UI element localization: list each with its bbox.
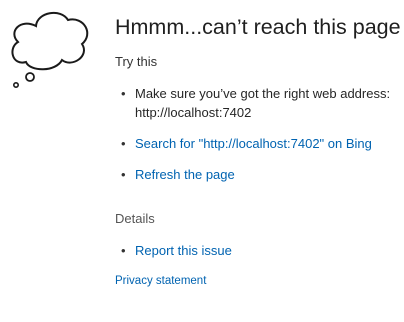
details-heading: Details [115,211,155,226]
suggestion-search-bing[interactable]: • Search for "http://localhost:7402" on … [115,134,404,153]
details-report-issue[interactable]: • Report this issue [115,241,404,260]
suggestions-list: • Make sure you’ve got the right web add… [115,84,404,184]
thought-cloud-icon [11,11,89,89]
suggestion-refresh[interactable]: • Refresh the page [115,165,404,184]
bullet: • [121,167,126,182]
bullet: • [121,136,126,151]
details-list: • Report this issue [115,241,404,260]
privacy-statement-link[interactable]: Privacy statement [115,274,404,288]
suggestion-text: Make sure you’ve got the right web addre… [135,86,391,120]
bullet: • [121,243,126,258]
report-issue-link[interactable]: Report this issue [135,243,232,258]
bullet: • [121,86,126,101]
error-content: Hmmm...can’t reach this page Try this • … [115,12,404,288]
search-bing-link[interactable]: Search for "http://localhost:7402" on Bi… [135,136,372,151]
page-title: Hmmm...can’t reach this page [115,15,401,39]
refresh-page-link[interactable]: Refresh the page [135,167,235,182]
suggestion-check-address: • Make sure you’ve got the right web add… [115,84,404,122]
error-page: Hmmm...can’t reach this page Try this • … [0,0,404,322]
suggestions-heading: Try this [115,54,158,69]
